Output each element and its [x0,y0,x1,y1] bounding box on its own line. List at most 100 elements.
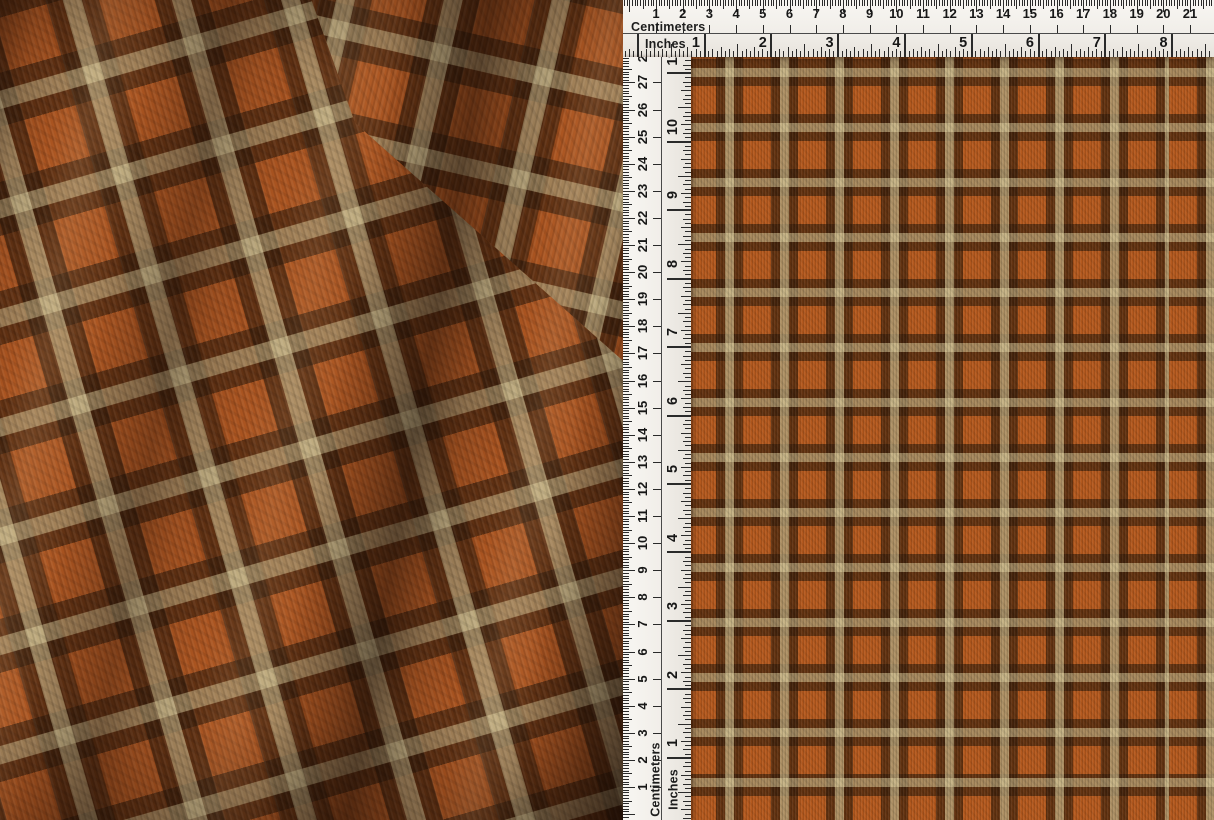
inch-tick [683,698,691,699]
mm-tick [623,670,629,671]
inch-tick [804,44,805,57]
mm-tick [623,608,629,609]
cm-tick [653,191,661,192]
inch-tick [685,642,691,643]
mm-tick [623,584,632,585]
mm-tick [623,142,629,143]
cm-tick [653,164,661,165]
cm-number: 5 [634,670,652,688]
inch-tick [683,219,691,220]
inch-tick [737,44,738,57]
mm-tick [623,437,629,438]
inch-tick [683,544,691,545]
mm-tick [623,535,629,536]
inch-tick [833,51,834,57]
cm-tick [653,381,661,382]
mm-tick [1171,0,1172,6]
inch-tick [685,454,691,455]
mm-tick [830,0,831,9]
horizontal-cm-label: Centimeters [631,20,705,34]
mm-tick [623,459,629,460]
mm-tick [623,494,629,495]
mm-tick [623,668,629,669]
mm-tick [720,0,721,6]
inch-tick [685,291,691,292]
mm-tick [1150,0,1151,9]
cm-tick [653,245,661,246]
inch-tick [1063,49,1064,57]
cm-tick [1030,25,1031,33]
inch-tick [685,77,691,78]
mm-tick [1201,0,1202,6]
mm-tick [623,139,629,140]
inch-tick [685,249,691,250]
inch-tick [678,587,691,588]
mm-tick [623,660,629,661]
mm-tick [693,0,694,6]
inch-tick [1138,44,1139,57]
inch-tick [685,394,691,395]
mm-tick [623,727,629,728]
mm-tick [934,0,935,6]
mm-tick [623,256,629,257]
mm-tick [856,0,857,9]
inch-tick [685,266,691,267]
mm-tick [623,546,629,547]
cm-tick [653,516,661,517]
mm-tick [623,429,629,430]
inch-number: 5 [664,460,682,478]
inch-tick [996,49,997,57]
mm-tick [623,773,632,774]
inch-tick [681,741,691,742]
mm-tick [963,0,964,9]
mm-tick [862,0,863,6]
mm-tick [623,714,629,715]
inch-tick [925,51,926,57]
mm-tick [623,576,629,577]
inch-tick [683,612,691,613]
mm-tick [623,573,629,574]
inch-tick [683,253,691,254]
inch-tick [1101,51,1102,57]
mm-tick [744,0,745,6]
inch-tick [681,672,691,673]
mm-tick [741,0,742,6]
mm-tick [623,719,632,720]
mm-tick [623,231,632,232]
mm-tick [623,131,629,132]
mm-tick [623,744,629,745]
cm-tick [1163,25,1164,33]
inch-tick [796,49,797,57]
mm-tick [768,0,769,6]
mm-tick [623,383,629,384]
cm-number: 4 [725,7,747,20]
inch-tick [725,51,726,57]
mm-tick [886,0,887,6]
inch-tick [685,309,691,310]
mm-tick [623,370,629,371]
cm-number: 6 [634,643,652,661]
inch-tick [683,390,691,391]
inch-tick [685,343,691,344]
mm-tick [939,0,940,6]
mm-tick [623,69,632,70]
inch-tick [685,411,691,412]
mm-tick [623,635,629,636]
mm-tick [623,418,629,419]
inch-tick [685,368,691,369]
inch-tick [683,681,691,682]
mm-tick [623,741,629,742]
inch-tick [678,313,691,314]
mm-tick [728,0,729,6]
mm-tick [623,359,629,360]
inch-tick [770,34,772,57]
inch-tick [685,617,691,618]
inch-tick [685,86,691,87]
cm-tick [653,570,661,571]
inch-tick [783,51,784,57]
mm-tick [623,74,629,75]
inch-tick [681,398,691,399]
inch-tick [750,51,751,57]
inch-tick [685,326,691,327]
mm-tick [779,0,780,6]
